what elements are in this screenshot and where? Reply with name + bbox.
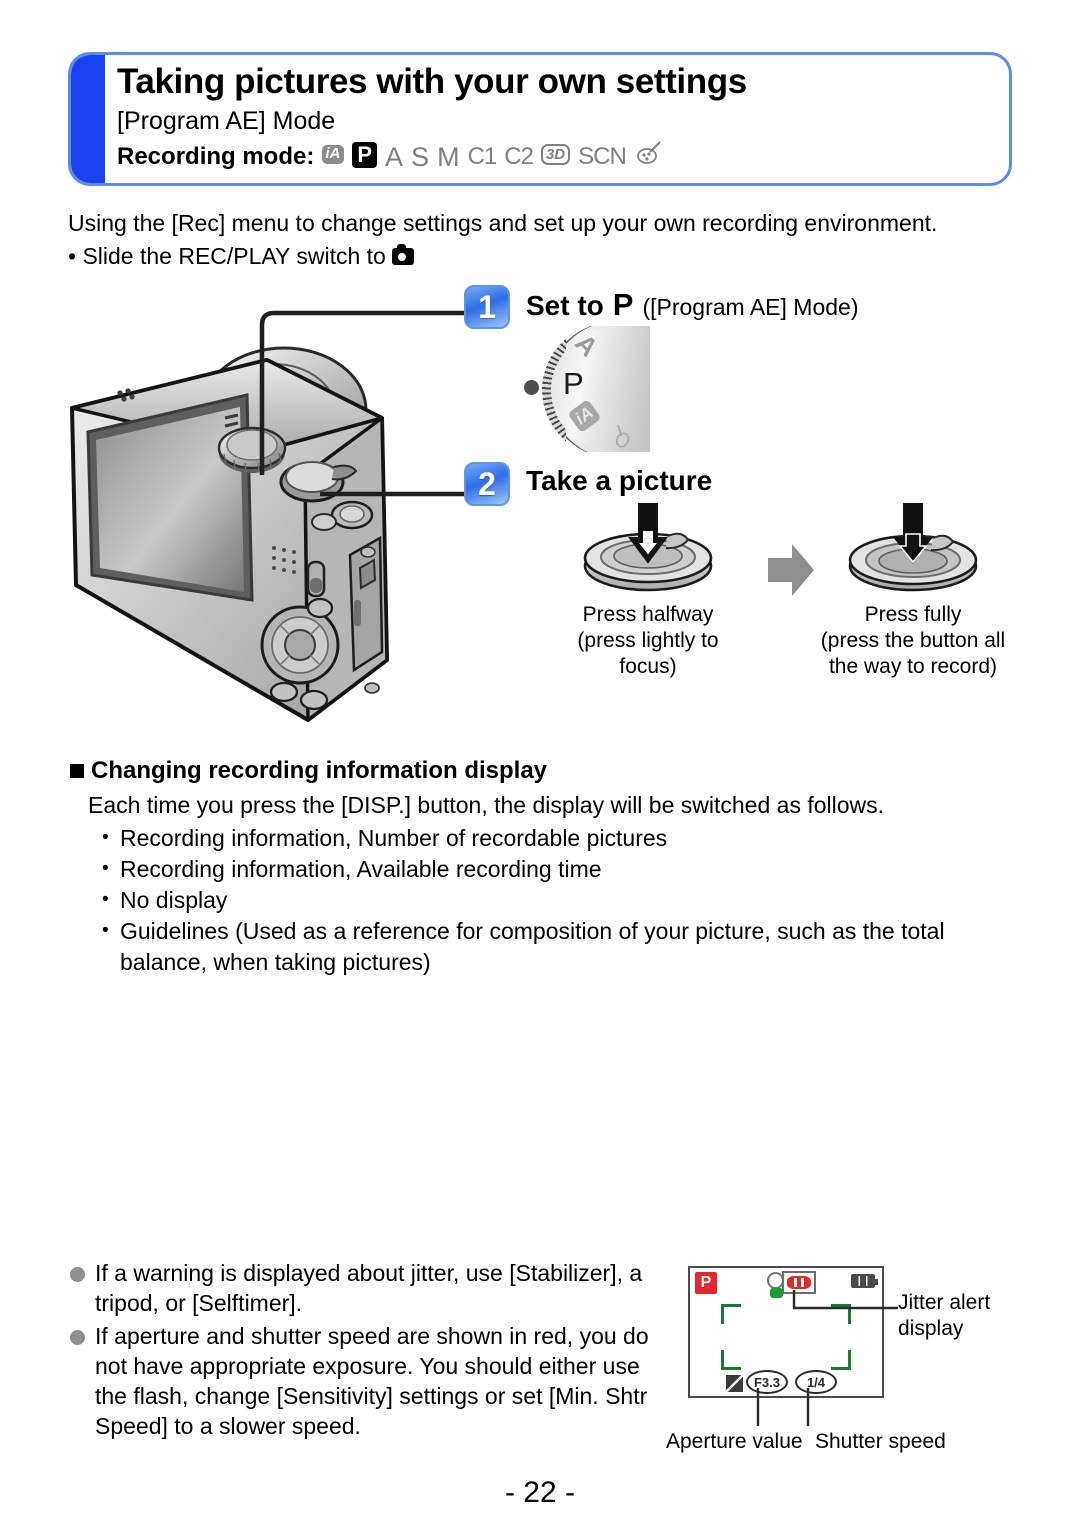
step-1-heading: Set to P ([Program AE] Mode)	[526, 287, 859, 323]
section-square-bullet-icon	[70, 764, 84, 778]
mode-icon-a: A	[385, 141, 404, 172]
intro-line: Using the [Rec] menu to change settings …	[68, 210, 938, 236]
press-fully-caption: Press fully (press the button all the wa…	[813, 602, 1013, 680]
step-2-badge: 2	[464, 462, 510, 506]
press-halfway-caption: Press halfway (press lightly to focus)	[548, 602, 748, 680]
page-subtitle: [Program AE] Mode	[117, 107, 336, 135]
shutter-button-halfway-icon	[583, 503, 713, 592]
press-fully-detail: (press the button all the way to record)	[820, 629, 1006, 678]
note-item: If aperture and shutter speed are shown …	[68, 1321, 678, 1441]
step-1-mode-mark: P	[612, 287, 634, 322]
intro-bullet: • Slide the REC/PLAY switch to	[68, 241, 1028, 272]
af-frame-corner	[721, 1304, 741, 1324]
section-heading: Changing recording information display	[70, 757, 547, 785]
step-1-badge: 1	[464, 285, 510, 329]
shutter-press-illustrations: Press halfway (press lightly to focus) P…	[548, 500, 1018, 680]
step-1-heading-text: Set to	[526, 290, 604, 321]
page-number: - 22 -	[504, 1476, 576, 1509]
intro-bullet-text: • Slide the REC/PLAY switch to	[68, 243, 386, 269]
lcd-mode-badge-p: P	[695, 1272, 717, 1294]
press-halfway-title: Press halfway	[582, 603, 714, 626]
af-frame-corner	[721, 1350, 741, 1370]
step-callout-lines	[259, 310, 466, 497]
af-frame-corner	[831, 1350, 851, 1370]
page-header-banner: Taking pictures with your own settings […	[68, 52, 1012, 186]
step-2-heading-text: Take a picture	[526, 465, 713, 496]
press-halfway-detail: (press lightly to focus)	[577, 629, 719, 678]
section-list-item: No display	[98, 884, 1028, 916]
header-accent-bar	[71, 55, 105, 183]
section-heading-text: Changing recording information display	[91, 757, 548, 784]
press-fully-title: Press fully	[864, 603, 962, 626]
mode-icon-s: S	[411, 141, 430, 172]
lcd-battery-icon	[851, 1274, 878, 1288]
section-list-item: Guidelines (Used as a reference for comp…	[98, 915, 1028, 978]
page-title: Taking pictures with your own settings	[117, 62, 747, 101]
mode-icon-c1: C1	[467, 142, 498, 170]
recording-mode-label: Recording mode:	[117, 142, 315, 170]
section-item-list: Recording information, Number of recorda…	[88, 822, 1028, 978]
mode-icon-3d: 3D	[540, 144, 571, 165]
section-list-item: Recording information, Available recordi…	[98, 853, 1028, 885]
step-2-heading: Take a picture	[526, 465, 712, 497]
shutter-speed-label: Shutter speed	[815, 1430, 946, 1453]
mode-icon-scn: SCN	[578, 142, 627, 170]
mode-dial-index-dot	[524, 380, 539, 395]
aperture-value-label: Aperture value	[666, 1430, 803, 1453]
section-body: Each time you press the [DISP.] button, …	[88, 790, 1028, 978]
jitter-alert-label-line2: display	[898, 1317, 964, 1340]
value-callout-lines	[756, 1388, 810, 1426]
mode-icon-m: M	[437, 141, 460, 172]
shutter-button-fully-icon	[848, 503, 978, 592]
flow-arrow-icon	[768, 544, 814, 596]
mode-dial-illustration: A P iA	[520, 326, 650, 452]
mode-icon-ia: iA	[322, 145, 345, 164]
jitter-alert-label-line1: Jitter alert	[898, 1291, 991, 1314]
mode-icon-creative-control	[634, 140, 664, 177]
notes-list: If a warning is displayed about jitter, …	[68, 1258, 678, 1444]
mode-icon-p-active: P	[352, 141, 378, 168]
recording-mode-row: Recording mode: iA P A S M C1 C2 3D SCN	[117, 138, 999, 175]
lcd-screen-illustration: P F3.3 1/4	[688, 1266, 884, 1398]
section-list-item: Recording information, Number of recorda…	[98, 822, 1028, 854]
step-1-heading-suffix: ([Program AE] Mode)	[642, 294, 859, 320]
mode-icon-c2: C2	[504, 142, 534, 170]
jitter-alert-label: Jitter alert display	[898, 1290, 1028, 1342]
section-intro: Each time you press the [DISP.] button, …	[88, 792, 885, 818]
header-content: Taking pictures with your own settings […	[117, 61, 999, 175]
press-fully-figure: Press fully (press the button all the wa…	[813, 500, 1013, 680]
mode-dial-label-p-selected: P	[563, 366, 584, 401]
rec-camera-icon	[391, 244, 414, 265]
note-item: If a warning is displayed about jitter, …	[68, 1258, 678, 1318]
intro-text: Using the [Rec] menu to change settings …	[68, 208, 1028, 272]
press-halfway-figure: Press halfway (press lightly to focus)	[548, 500, 748, 680]
